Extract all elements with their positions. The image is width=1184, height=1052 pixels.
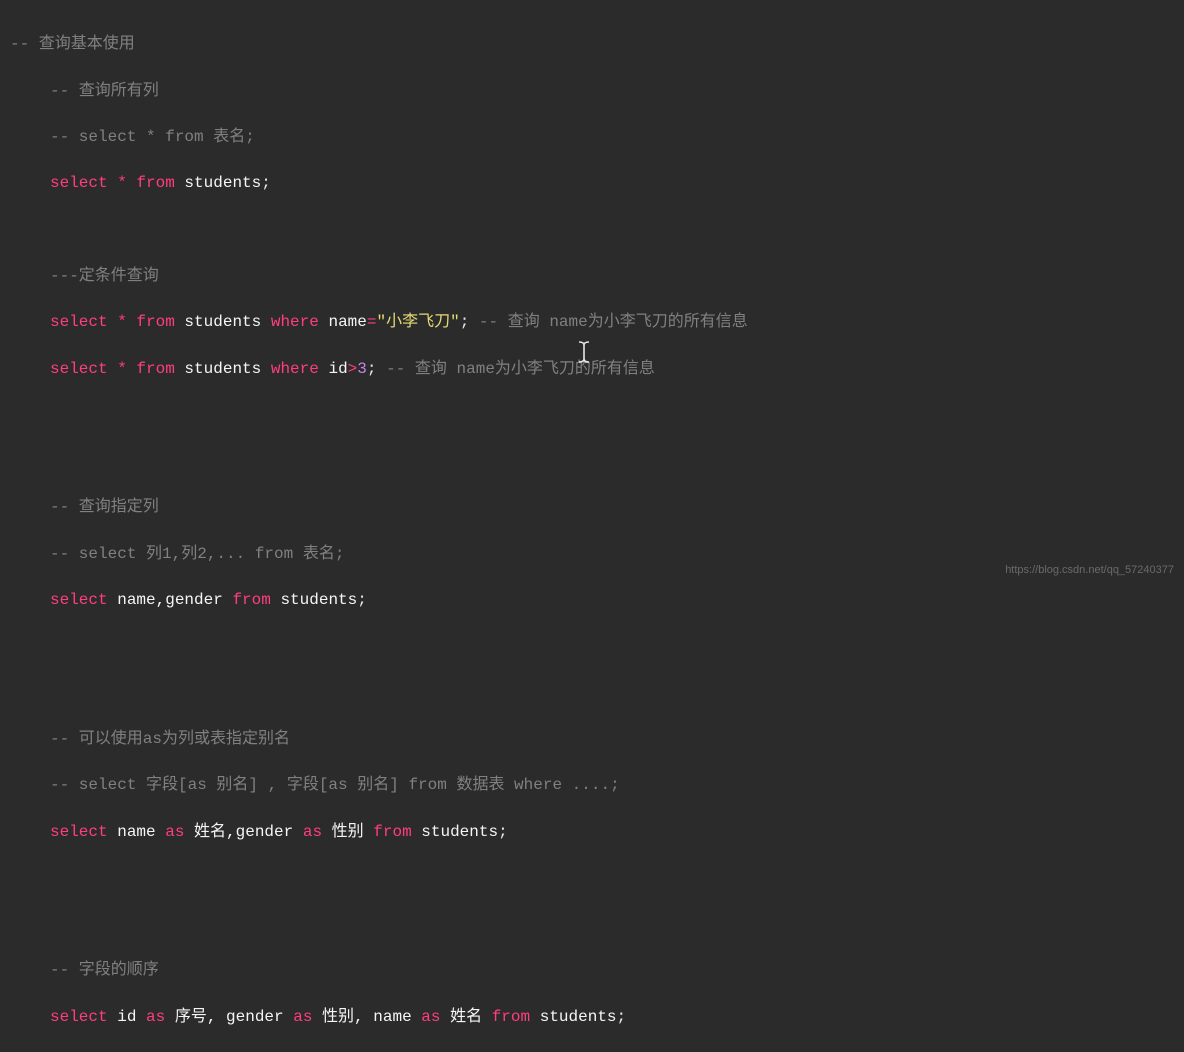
comment: -- 字段的顺序 [50,961,159,979]
blank-line [0,450,1184,473]
code-line: -- 可以使用as为列或表指定别名 [0,728,1184,751]
blank-line [0,636,1184,659]
identifier: name [108,823,166,841]
code-line: -- 查询基本使用 [0,33,1184,56]
sql-keyword: from [373,823,411,841]
number-literal: 3 [357,360,367,378]
blank-line [0,867,1184,890]
sql-keyword: from [136,313,174,331]
identifier: 性别 [322,823,373,841]
comment: ---定条件查询 [50,267,159,285]
sql-keyword: select [50,1008,108,1026]
sql-keyword: from [136,174,174,192]
sql-keyword: where [271,360,319,378]
identifier: id [108,1008,146,1026]
punct: ; [460,313,470,331]
code-line: select id as 序号, gender as 性别, name as 姓… [0,1006,1184,1029]
identifier: students [175,174,261,192]
operator: * [108,313,137,331]
code-line: -- 字段的顺序 [0,959,1184,982]
identifier: students [271,591,357,609]
comment: -- 查询基本使用 [10,35,135,53]
code-line: ---定条件查询 [0,265,1184,288]
identifier: 性别, name [312,1008,421,1026]
code-line: select * from students; [0,172,1184,195]
code-line: select * from students where id>3; -- 查询… [0,358,1184,381]
sql-keyword: as [293,1008,312,1026]
identifier: students [175,313,271,331]
comment: -- 可以使用as为列或表指定别名 [50,730,290,748]
code-line: -- 查询指定列 [0,496,1184,519]
operator: * [108,174,137,192]
code-line: select name,gender from students; [0,589,1184,612]
identifier: 序号, gender [165,1008,293,1026]
code-line: -- 查询所有列 [0,80,1184,103]
sql-keyword: from [492,1008,530,1026]
code-line: -- select * from 表名; [0,126,1184,149]
code-line: select name as 姓名,gender as 性别 from stud… [0,821,1184,844]
sql-keyword: select [50,313,108,331]
sql-keyword: as [165,823,184,841]
identifier: students [412,823,498,841]
sql-keyword: as [421,1008,440,1026]
watermark: https://blog.csdn.net/qq_57240377 [1005,563,1174,579]
comment: -- select * from 表名; [50,128,255,146]
string-literal: "小李飞刀" [376,313,459,331]
identifier: name [319,313,367,331]
sql-keyword: where [271,313,319,331]
code-line: select * from students where name="小李飞刀"… [0,311,1184,334]
sql-keyword: from [232,591,270,609]
blank-line [0,219,1184,242]
sql-keyword: select [50,823,108,841]
identifier: students [175,360,271,378]
comment: -- 查询 name为小李飞刀的所有信息 [377,360,655,378]
comment: -- select 列1,列2,... from 表名; [50,545,344,563]
punct: ; [498,823,508,841]
identifier: 姓名,gender [184,823,302,841]
comment: -- 查询指定列 [50,498,159,516]
comment: -- 查询 name为小李飞刀的所有信息 [469,313,747,331]
blank-line [0,913,1184,936]
sql-keyword: as [146,1008,165,1026]
sql-keyword: select [50,174,108,192]
identifier: id [319,360,348,378]
identifier: students [530,1008,616,1026]
operator: * [108,360,137,378]
code-line: -- select 字段[as 别名] , 字段[as 别名] from 数据表… [0,774,1184,797]
comment: -- select 字段[as 别名] , 字段[as 别名] from 数据表… [50,776,620,794]
sql-keyword: select [50,360,108,378]
operator: > [348,360,358,378]
sql-keyword: as [303,823,322,841]
punct: ; [367,360,377,378]
sql-keyword: from [136,360,174,378]
punct: ; [357,591,367,609]
identifier: 姓名 [440,1008,491,1026]
identifier: name,gender [108,591,233,609]
sql-keyword: select [50,591,108,609]
comment: -- 查询所有列 [50,82,159,100]
blank-line [0,404,1184,427]
blank-line [0,682,1184,705]
code-editor[interactable]: -- 查询基本使用 -- 查询所有列 -- select * from 表名; … [0,10,1184,1052]
punct: ; [261,174,271,192]
punct: ; [617,1008,627,1026]
